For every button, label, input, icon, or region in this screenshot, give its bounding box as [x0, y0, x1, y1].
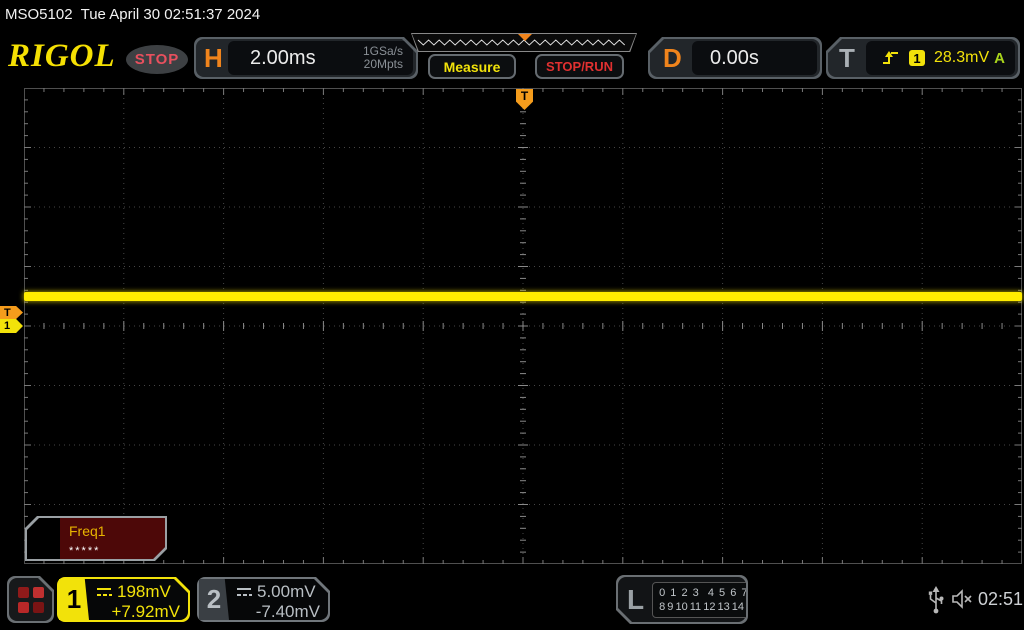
- delay-panel[interactable]: D 0.00s: [648, 37, 822, 79]
- channel2-number: 2: [199, 579, 229, 620]
- measurement-name: Freq1: [69, 523, 106, 539]
- t-label: T: [839, 43, 855, 73]
- dc-coupling-icon-ch1: [95, 586, 113, 598]
- channel2-scale: 5.00mV: [257, 582, 316, 601]
- logic-row-1: 0 1 2 3 4 5 6 7: [659, 586, 749, 599]
- oscilloscope-screen: MSO5102 Tue April 30 02:51:37 2024 RIGOL…: [0, 0, 1024, 630]
- timebase-value: 2.00ms: [250, 46, 316, 69]
- clock: 02:51: [978, 589, 1024, 609]
- menu-grid-icon: [18, 587, 44, 613]
- trigger-position-triangle: [518, 34, 532, 41]
- h-label: H: [204, 43, 223, 73]
- memory-depth: 20Mpts: [363, 57, 403, 71]
- horizontal-panel[interactable]: H 2.00ms 1GSa/s 20Mpts: [194, 37, 418, 79]
- menu-button[interactable]: [7, 576, 54, 623]
- channel1-number: 1: [59, 579, 89, 620]
- stop-run-button[interactable]: STOP/RUN: [535, 54, 624, 79]
- speaker-muted-icon[interactable]: [951, 589, 975, 609]
- logic-row-2: 8 9 10 11 12 13 14 15: [659, 600, 759, 613]
- measurement-box[interactable]: Freq1 *****: [25, 516, 167, 561]
- waveform-overview-bar[interactable]: [411, 33, 637, 52]
- channel1-offset: +7.92mV: [111, 602, 180, 621]
- acquisition-info: 1GSa/s 20Mpts: [363, 45, 403, 71]
- dc-coupling-icon-ch2: [235, 586, 253, 598]
- run-state-pill[interactable]: STOP: [126, 45, 188, 74]
- rigol-logo: RIGOL: [8, 38, 116, 74]
- ch1-trace: [24, 292, 1022, 301]
- graticule: [24, 88, 1022, 564]
- channel2-block[interactable]: 2 5.00mV -7.40mV: [197, 577, 330, 622]
- channel1-block[interactable]: 1 198mV +7.92mV: [57, 577, 190, 622]
- logic-panel[interactable]: L 0 1 2 3 4 5 6 7 8 9 10 11 12 13 14 15: [616, 575, 748, 624]
- logic-channel-numbers: 0 1 2 3 4 5 6 7 8 9 10 11 12 13 14 15: [652, 582, 765, 618]
- measurement-value: *****: [69, 545, 101, 557]
- trigger-source-badge: 1: [909, 50, 925, 66]
- trigger-level: 28.3mV: [934, 49, 990, 66]
- window-title: MSO5102 Tue April 30 02:51:37 2024: [5, 6, 261, 23]
- measure-button[interactable]: Measure: [428, 54, 516, 79]
- trigger-slope-icon: [883, 51, 898, 64]
- trigger-level-marker[interactable]: T: [0, 306, 23, 319]
- delay-value: 0.00s: [710, 46, 759, 69]
- d-label: D: [663, 43, 682, 73]
- channel2-offset: -7.40mV: [255, 602, 320, 621]
- logic-label: L: [627, 583, 645, 615]
- channel1-scale: 198mV: [117, 582, 171, 601]
- trigger-mode: A: [994, 49, 1005, 67]
- trigger-panel[interactable]: T 1 28.3mV A: [826, 37, 1020, 79]
- usb-icon: [928, 586, 944, 614]
- ch1-position-marker[interactable]: 1: [0, 319, 23, 333]
